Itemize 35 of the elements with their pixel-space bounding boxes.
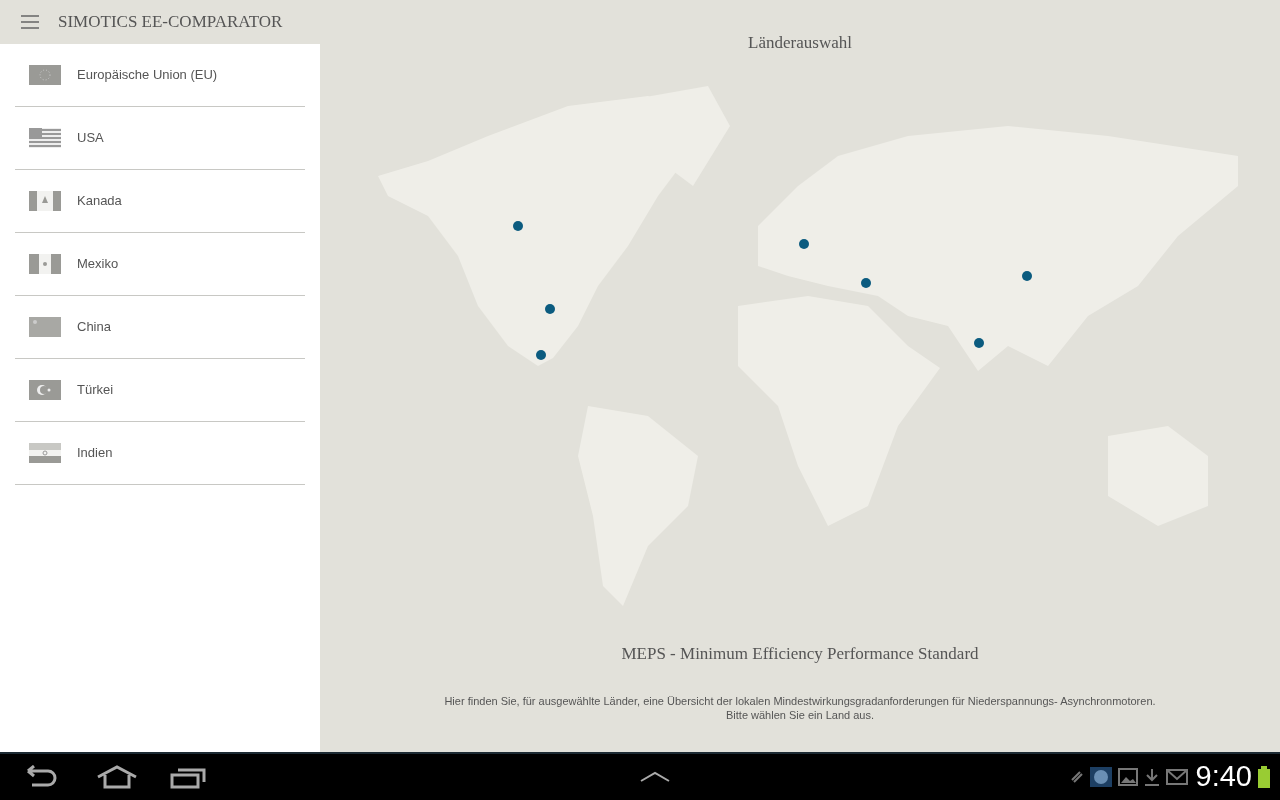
menu-icon[interactable] — [20, 15, 40, 29]
image-icon — [1117, 768, 1138, 786]
section-heading: MEPS - Minimum Efficiency Performance Standard — [621, 642, 979, 665]
map-pin[interactable] — [798, 238, 809, 249]
country-item[interactable]: USA — [77, 128, 104, 148]
section-title: Länderauswahl — [748, 32, 852, 54]
country-item[interactable]: Mexiko — [77, 254, 119, 274]
battery-icon — [1258, 766, 1270, 788]
back-icon[interactable] — [24, 765, 58, 789]
map-pin[interactable] — [512, 220, 523, 231]
download-icon — [1143, 768, 1160, 786]
map-pin[interactable] — [535, 349, 546, 360]
country-item[interactable]: Indien — [77, 443, 113, 463]
mail-icon — [1165, 769, 1188, 785]
map-pin[interactable] — [1021, 270, 1032, 281]
country-item[interactable]: Türkei — [77, 380, 114, 400]
home-icon[interactable] — [96, 765, 138, 789]
flag-icon — [29, 254, 61, 274]
flag-icon — [29, 317, 61, 337]
caret-up-icon[interactable] — [640, 771, 670, 783]
app-title: SIMOTICS EE-COMPARATOR — [58, 11, 283, 34]
flag-icon — [29, 380, 61, 400]
map-pin[interactable] — [860, 277, 871, 288]
country-item[interactable]: China — [77, 317, 111, 337]
flag-icon — [29, 191, 61, 211]
flag-icon — [29, 128, 61, 148]
description-text: Hier finden Sie, für ausgewählte Länder, eine Übersicht der lokalen Mindestwirkungsgradanforderungen für Niederspannungs- Asynchronmotoren. — [444, 694, 1156, 708]
country-item[interactable]: Kanada — [77, 191, 122, 211]
description-text: Bitte wählen Sie ein Land aus. — [726, 708, 874, 722]
country-item[interactable]: Europäische Union (EU) — [77, 65, 218, 85]
map-pin[interactable] — [973, 337, 984, 348]
map-pin[interactable] — [544, 303, 555, 314]
flag-icon — [29, 443, 61, 463]
flag-icon — [29, 65, 61, 85]
clock-time: 9:40 — [1195, 759, 1252, 795]
